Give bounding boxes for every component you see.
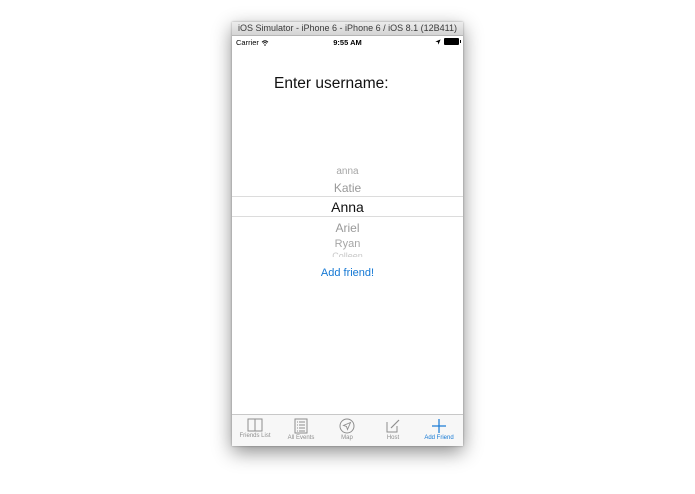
tab-map[interactable]: Map: [324, 415, 370, 446]
page-title: Enter username:: [274, 75, 389, 92]
tab-bar: Friends List All Events Map Host Add Fri…: [232, 414, 463, 446]
location-arrow-icon: [435, 38, 441, 45]
picker-item[interactable]: Katie: [232, 181, 463, 195]
list-icon: [294, 418, 308, 434]
status-time: 9:55 AM: [333, 38, 362, 47]
status-bar: Carrier 9:55 AM: [232, 36, 463, 48]
tab-label: All Events: [287, 435, 315, 441]
picker-item-selected[interactable]: Anna: [232, 199, 463, 215]
picker-selection-bottom-line: [232, 216, 463, 217]
tab-label: Host: [386, 435, 400, 441]
picker-item[interactable]: anna: [232, 166, 463, 177]
tab-add-friend[interactable]: Add Friend: [416, 415, 462, 446]
add-friend-button[interactable]: Add friend!: [232, 267, 463, 279]
tab-all-events[interactable]: All Events: [278, 415, 324, 446]
simulator-window: iOS Simulator - iPhone 6 - iPhone 6 / iO…: [232, 22, 463, 446]
username-picker[interactable]: anna Katie Anna Ariel Ryan Colleen: [232, 160, 463, 257]
tab-label: Friends List: [239, 433, 271, 439]
tab-label: Add Friend: [424, 435, 454, 441]
tab-host[interactable]: Host: [370, 415, 416, 446]
status-right: [435, 38, 461, 45]
picker-selection-top-line: [232, 196, 463, 197]
picker-item[interactable]: Ariel: [232, 221, 463, 235]
compass-icon: [339, 418, 355, 434]
book-icon: [247, 418, 263, 432]
battery-icon: [444, 38, 461, 45]
picker-item[interactable]: Colleen: [232, 252, 463, 257]
plus-icon: [432, 419, 446, 433]
tab-friends-list[interactable]: Friends List: [232, 415, 278, 446]
simulator-title: iOS Simulator - iPhone 6 - iPhone 6 / iO…: [232, 22, 463, 36]
compose-icon: [386, 419, 400, 433]
picker-item[interactable]: Ryan: [232, 238, 463, 250]
tab-label: Map: [341, 435, 353, 441]
